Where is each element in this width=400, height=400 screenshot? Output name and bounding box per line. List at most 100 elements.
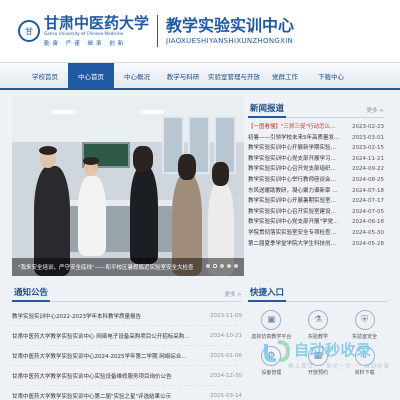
slider-dots — [206, 264, 238, 268]
site-header: 甘 甘肃中医药大学 Gansu University of Chinese Me… — [0, 0, 400, 62]
nav-item-school-home[interactable]: 学校首页 — [22, 63, 68, 88]
header-divider — [157, 15, 159, 47]
shield-icon: ⛨ — [354, 310, 375, 330]
news-item-title: 初暑——引领学校未来5年高质量发展的… — [248, 134, 340, 141]
notice-item-date: 2025-03-14 — [210, 392, 242, 399]
news-item-title: 教学实验实训中心党支部开展"学党纪 明… — [248, 219, 340, 226]
watermark: 自动秒收录 做上首页 一 来访一次 一 自动收录 — [262, 336, 390, 376]
news-item-date: 2024-07-17 — [352, 198, 384, 205]
site-logo[interactable]: 教学实验实训中心 JIAOXUESHIYANSHIXUNZHONGXIN — [166, 16, 295, 46]
quick-entry-header: 快捷入口 — [248, 286, 388, 302]
news-item[interactable]: 初暑——引领学校未来5年高质量发展的… 2023-03-01 — [248, 133, 384, 144]
notice-item-title: 甘肃中医药大学教学实验实训中心第二届"实验之星"评选结果公示 — [12, 393, 172, 400]
notice-item[interactable]: 甘肃中医药大学教学实验实训中心实验设备维修服务项目询价公告 2024-12-30 — [12, 366, 242, 386]
news-item[interactable]: 教学实验实训中心党支部开展学习贯彻"党的… 2024-11-21 — [248, 154, 384, 165]
news-item[interactable]: 教学实验实训中心开展新学期实验室安全… 2023-02-15 — [248, 143, 384, 154]
news-item-date: 2024-07-18 — [352, 187, 384, 194]
notice-list: 教学实验实训中心2022-2023学年本科教学质量报告 2023-11-09 甘肃… — [12, 306, 242, 400]
news-item-title: 东风送暖助教研，凝心聚力谱新章 教学实… — [248, 187, 340, 194]
notice-item-title: 教学实验实训中心2022-2023学年本科教学质量报告 — [12, 313, 141, 320]
news-item-date: 2024-05-28 — [352, 240, 384, 247]
news-panel: 新闻报道 更多 > 【一图看懂】"三抓三促"行动怎么干？ 2023-02-23 初… — [248, 102, 384, 280]
site-pinyin: JIAOXUESHIYANSHIXUNZHONGXIN — [166, 37, 294, 45]
slider-caption: "我来安全培训，严守安全底线"——和平校区暑假临近实验室安全大检查 — [12, 258, 244, 276]
nav-item-teaching-research[interactable]: 教学与科研 — [160, 63, 206, 88]
news-item-title: 教学实验实训中心召开党支部组织生活会… — [248, 166, 340, 173]
news-item[interactable]: 教学实验实训中心开展暑期实验室安全检查 2024-07-17 — [248, 196, 384, 207]
nav-item-lab-management[interactable]: 实验室管理与开放 — [206, 63, 262, 88]
university-logo[interactable]: 甘肃中医药大学 Gansu University of Chinese Medi… — [44, 15, 149, 47]
news-item-date: 2024-05-30 — [352, 229, 384, 236]
notice-item-title: 甘肃中医药大学教学实验实训中心2024-2025学年第二学期 网络综合查询服务项… — [12, 353, 192, 360]
news-item-date: 2024-06-18 — [352, 219, 384, 226]
person-hair — [178, 154, 196, 180]
university-motto: 勤奋 严谨 继承 创新 — [44, 41, 127, 47]
slider-dot[interactable] — [227, 264, 231, 268]
notice-item[interactable]: 甘肃中医药大学教学实验实训中心2024-2025学年第二学期 网络综合查询服务项… — [12, 346, 242, 366]
news-item-title: 教学实验实训中心召开实验室建设工作会 — [248, 208, 340, 215]
news-more-link[interactable]: 更多 > — [367, 106, 384, 117]
slider-dot[interactable] — [220, 264, 224, 268]
news-item-date: 2023-02-23 — [352, 124, 384, 130]
slider-dot-active[interactable] — [213, 264, 217, 268]
person-hair — [39, 146, 57, 155]
news-panel-header: 新闻报道 更多 > — [248, 102, 384, 118]
site-title: 教学实验实训中心 — [166, 16, 295, 35]
news-item-date: 2023-02-15 — [352, 145, 384, 152]
notice-panel-title: 通知公告 — [12, 286, 51, 302]
notice-panel: 通知公告 更多 > 教学实验实训中心2022-2023学年本科教学质量报告 202… — [12, 286, 242, 400]
news-item-date: 2024-09-22 — [352, 166, 384, 173]
notice-panel-header: 通知公告 更多 > — [12, 286, 242, 302]
watermark-text: 自动秒收录 — [294, 341, 372, 359]
news-item-date: 2023-03-01 — [352, 134, 384, 141]
news-item[interactable]: 学院贯彻落实实验室安全专项检查工作… 2024-05-30 — [248, 228, 384, 239]
person-woman-dark-coat — [130, 166, 158, 264]
nav-item-downloads[interactable]: 下载中心 — [308, 63, 354, 88]
notice-item[interactable]: 甘肃中医药大学教学实验实训中心 网络电子设备采购项目公开招标采购公告 2024-1… — [12, 326, 242, 346]
news-item[interactable]: 教学实验实训中心举行教师座谈会暨主题… 2024-08-25 — [248, 175, 384, 186]
news-item[interactable]: 教学实验实训中心党支部开展"学党纪 明… 2024-06-18 — [248, 217, 384, 228]
news-item[interactable]: 东风送暖助教研，凝心聚力谱新章 教学实… 2024-07-18 — [248, 186, 384, 197]
flask-icon: ⚗ — [307, 310, 328, 330]
slider-dot[interactable] — [234, 264, 238, 268]
notice-item[interactable]: 甘肃中医药大学教学实验实训中心第二届"实验之星"评选结果公示 2025-03-14 — [12, 386, 242, 400]
news-list: 【一图看懂】"三抓三促"行动怎么干？ 2023-02-23 初暑——引领学校未来5… — [248, 122, 384, 249]
news-panel-title: 新闻报道 — [248, 102, 287, 118]
news-item-title: 教学实验实训中心党支部开展学习贯彻"党的… — [248, 155, 340, 162]
person-hair — [133, 146, 153, 172]
news-photo-slider[interactable]: "我来安全培训，严守安全底线"——和平校区暑假临近实验室安全大检查 — [12, 96, 244, 276]
news-item-title: 教学实验实训中心举行教师座谈会暨主题… — [248, 176, 340, 183]
nav-item-center-home[interactable]: 中心首页 — [68, 63, 114, 88]
watermark-subtext: 做上首页 一 来访一次 一 自动收录 — [288, 364, 390, 370]
person-hair — [83, 157, 99, 165]
notice-item-date: 2024-12-30 — [210, 372, 242, 379]
monitor-icon: ▣ — [261, 310, 282, 330]
notice-item-date: 2023-11-09 — [210, 312, 242, 319]
news-item[interactable]: 教学实验实训中心召开实验室建设工作会 2024-07-05 — [248, 207, 384, 218]
news-item-date: 2024-08-25 — [352, 176, 384, 183]
notice-item-title: 甘肃中医药大学教学实验实训中心实验设备维修服务项目询价公告 — [12, 373, 172, 380]
ceiling-light — [142, 110, 164, 114]
nav-item-party-work[interactable]: 党群工作 — [262, 63, 308, 88]
news-item-title: 教学实验实训中心开展暑期实验室安全检查 — [248, 198, 340, 205]
notice-more-link[interactable]: 更多 > — [225, 290, 242, 301]
news-item[interactable]: 教学实验实训中心召开党支部组织生活会… 2024-09-22 — [248, 164, 384, 175]
news-item-date: 2024-11-21 — [352, 155, 384, 162]
ceiling-light — [52, 110, 74, 114]
quick-entry-title: 快捷入口 — [248, 286, 287, 302]
page: 甘 甘肃中医药大学 Gansu University of Chinese Me… — [0, 0, 400, 400]
slider-dot[interactable] — [206, 264, 210, 268]
notice-item-title: 甘肃中医药大学教学实验实训中心 网络电子设备采购项目公开招标采购公告 — [12, 333, 192, 340]
news-item-title: 教学实验实训中心开展新学期实验室安全… — [248, 145, 340, 152]
news-item[interactable]: 第二届夏季学堂学院大学生科技创新活动… 2024-05-28 — [248, 239, 384, 250]
news-item-title: 学院贯彻落实实验室安全专项检查工作… — [248, 229, 340, 236]
person-hair — [212, 162, 229, 186]
person-woman-white-coat — [78, 176, 106, 256]
university-seal-icon: 甘 — [18, 20, 40, 42]
news-item[interactable]: 【一图看懂】"三抓三促"行动怎么干？ 2023-02-23 — [248, 122, 384, 133]
news-item-title: 【一图看懂】"三抓三促"行动怎么干？ — [248, 124, 340, 130]
nav-item-overview[interactable]: 中心概况 — [114, 63, 160, 88]
university-name: 甘肃中医药大学 — [44, 14, 150, 32]
notice-item[interactable]: 教学实验实训中心2022-2023学年本科教学质量报告 2023-11-09 — [12, 306, 242, 326]
slider-caption-text: "我来安全培训，严守安全底线"——和平校区暑假临近实验室安全大检查 — [18, 265, 194, 271]
